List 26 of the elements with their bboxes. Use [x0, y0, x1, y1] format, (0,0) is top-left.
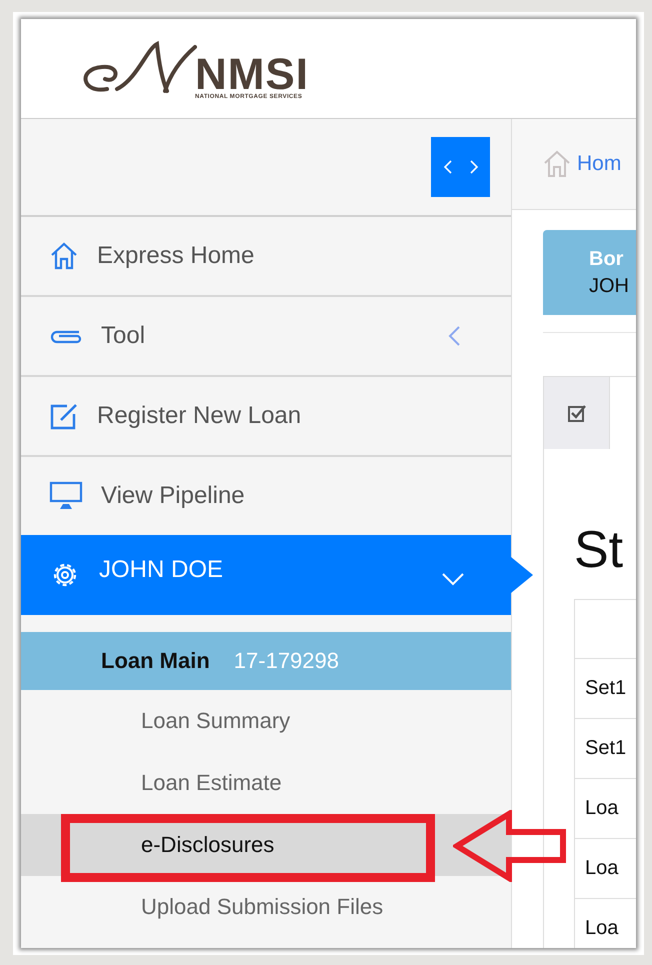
submenu-item[interactable]: Loan Summary	[21, 690, 511, 752]
section-heading: St	[574, 521, 624, 579]
checkbox-icon	[566, 403, 586, 423]
loan-number: 17-179298	[234, 648, 339, 674]
logo-wordmark: NMSI	[195, 56, 309, 94]
loan-main-label: Loan Main	[101, 648, 210, 674]
submenu-item[interactable]: Loan Estimate	[21, 752, 511, 814]
sidebar-toggle-button[interactable]	[431, 137, 490, 197]
borrower-label: Bor	[589, 248, 624, 270]
submenu-item[interactable]: Upload Submission Files	[21, 876, 511, 938]
active-pointer	[511, 557, 533, 593]
monitor-icon	[49, 481, 83, 511]
checklist-tab[interactable]	[544, 377, 610, 449]
table-cell: Set1	[575, 719, 636, 779]
sidebar-item[interactable]: Express Home	[21, 217, 511, 297]
home-icon	[542, 149, 572, 179]
breadcrumb-link[interactable]: Hom	[577, 152, 622, 176]
sidebar-item[interactable]: Tool	[21, 297, 511, 377]
borrower-name: JOH	[589, 274, 630, 298]
edit-icon	[49, 401, 79, 431]
sidebar-item[interactable]: Register New Loan	[21, 377, 511, 457]
table-cell: Loa	[575, 779, 636, 839]
table-cell: Loa	[575, 839, 636, 899]
home-icon	[49, 241, 79, 271]
table-cell: Set1	[575, 659, 636, 719]
table-cell: Loa	[575, 899, 636, 948]
